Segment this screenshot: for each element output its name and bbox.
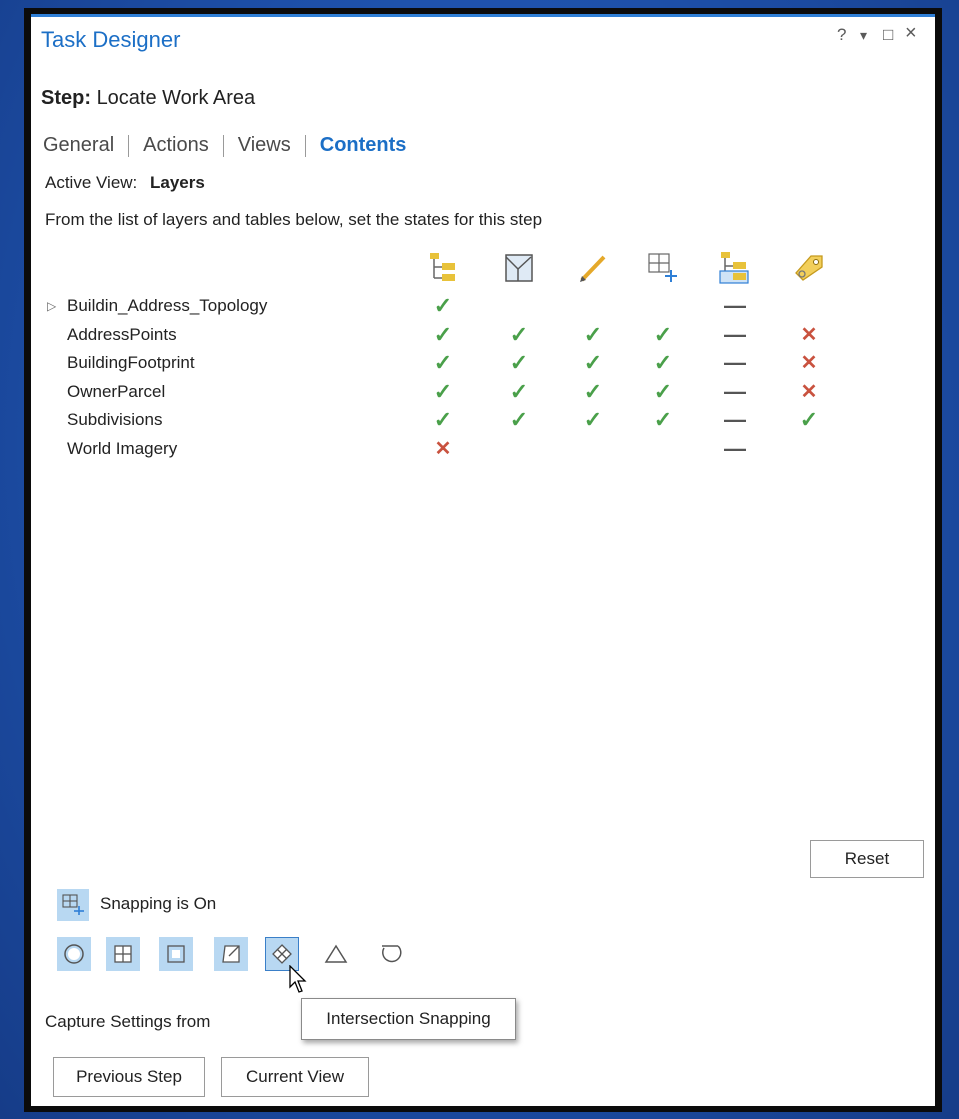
state-dash-icon[interactable]: — xyxy=(717,294,753,318)
state-check-icon[interactable]: ✓ xyxy=(425,294,461,318)
state-check-icon[interactable]: ✓ xyxy=(575,322,611,347)
state-check-icon[interactable]: ✓ xyxy=(575,351,611,375)
step-label: Step: xyxy=(41,87,91,109)
state-dash-icon[interactable]: — xyxy=(717,408,753,432)
pane-title: Task Designer xyxy=(41,27,181,52)
active-view-line: Active View: Layers xyxy=(45,173,205,193)
state-check-icon[interactable]: ✓ xyxy=(645,322,681,347)
expanded-layer-icon xyxy=(717,250,753,286)
state-check-icon[interactable]: ✓ xyxy=(425,322,461,347)
state-check-icon[interactable]: ✓ xyxy=(645,379,681,404)
task-designer-pane: Task Designer ? ▾ □ × Step: Locate Work … xyxy=(31,14,935,1106)
step-heading: Step: Locate Work Area xyxy=(41,87,255,110)
tab-general[interactable]: General xyxy=(43,134,114,157)
state-dash-icon[interactable]: — xyxy=(717,322,753,347)
step-name: Locate Work Area xyxy=(96,87,256,109)
state-check-icon[interactable]: ✓ xyxy=(645,351,681,375)
state-check-icon[interactable]: ✓ xyxy=(425,379,461,404)
tab-contents[interactable]: Contents xyxy=(320,134,407,157)
state-dash-icon[interactable]: — xyxy=(717,351,753,375)
tab-divider xyxy=(304,134,306,157)
state-check-icon[interactable]: ✓ xyxy=(501,379,537,404)
capture-settings-label: Capture Settings from xyxy=(45,1012,211,1031)
label-tag-icon xyxy=(791,250,827,286)
state-dash-icon[interactable]: — xyxy=(717,436,753,461)
reset-button[interactable]: Reset xyxy=(810,840,924,878)
visible-layer-icon xyxy=(425,250,461,286)
tangent-snap-icon[interactable] xyxy=(372,937,406,971)
point-snap-icon[interactable] xyxy=(57,937,91,971)
tooltip: Intersection Snapping xyxy=(301,998,516,1040)
options-dropdown-icon[interactable]: ▾ xyxy=(860,27,867,44)
instruction-text: From the list of layers and tables below… xyxy=(45,210,543,229)
snapping-status: Snapping is On xyxy=(100,894,217,913)
state-check-icon[interactable]: ✓ xyxy=(425,351,461,375)
close-button[interactable]: × xyxy=(905,22,917,45)
layer-name: Subdivisions xyxy=(67,410,163,429)
tab-bar: General Actions Views Contents xyxy=(43,134,406,157)
state-check-icon[interactable]: ✓ xyxy=(501,351,537,375)
tab-actions[interactable]: Actions xyxy=(143,134,209,157)
expand-toggle-icon[interactable]: ▷ xyxy=(47,299,56,313)
snappable-grid-icon xyxy=(645,250,681,286)
tab-divider xyxy=(222,134,224,157)
state-check-icon[interactable]: ✓ xyxy=(501,408,537,432)
previous-step-button[interactable]: Previous Step xyxy=(53,1057,205,1097)
edge-snap-icon[interactable] xyxy=(159,937,193,971)
maximize-button[interactable]: □ xyxy=(883,25,893,45)
state-off-icon[interactable]: ✕ xyxy=(791,351,827,375)
state-check-icon[interactable]: ✓ xyxy=(575,379,611,404)
state-off-icon[interactable]: ✕ xyxy=(791,323,827,347)
grid-snap-icon[interactable] xyxy=(106,937,140,971)
state-check-icon[interactable]: ✓ xyxy=(791,408,827,432)
state-check-icon[interactable]: ✓ xyxy=(501,322,537,347)
midpoint-snap-icon[interactable] xyxy=(319,937,353,971)
editable-pencil-icon xyxy=(575,250,611,286)
layer-name: OwnerParcel xyxy=(67,381,166,401)
tab-divider xyxy=(128,134,130,157)
layer-name: Buildin_Address_Topology xyxy=(67,296,268,315)
layer-name: AddressPoints xyxy=(67,324,177,344)
layer-name: BuildingFootprint xyxy=(67,353,195,372)
active-view-label: Active View: xyxy=(45,173,138,192)
current-view-button[interactable]: Current View xyxy=(221,1057,369,1097)
selectable-layer-icon xyxy=(501,250,537,286)
snapping-toggle-icon[interactable] xyxy=(57,889,89,921)
state-check-icon[interactable]: ✓ xyxy=(645,408,681,432)
state-dash-icon[interactable]: — xyxy=(717,379,753,404)
state-check-icon[interactable]: ✓ xyxy=(575,408,611,432)
state-off-icon[interactable]: ✕ xyxy=(425,437,461,461)
tab-views[interactable]: Views xyxy=(238,134,291,157)
state-off-icon[interactable]: ✕ xyxy=(791,380,827,404)
state-check-icon[interactable]: ✓ xyxy=(425,408,461,432)
active-view-value: Layers xyxy=(150,173,205,192)
vertex-snap-icon[interactable] xyxy=(214,937,248,971)
layer-name: World Imagery xyxy=(67,438,178,458)
mouse-cursor-icon xyxy=(289,964,309,1000)
help-button[interactable]: ? xyxy=(837,25,846,45)
